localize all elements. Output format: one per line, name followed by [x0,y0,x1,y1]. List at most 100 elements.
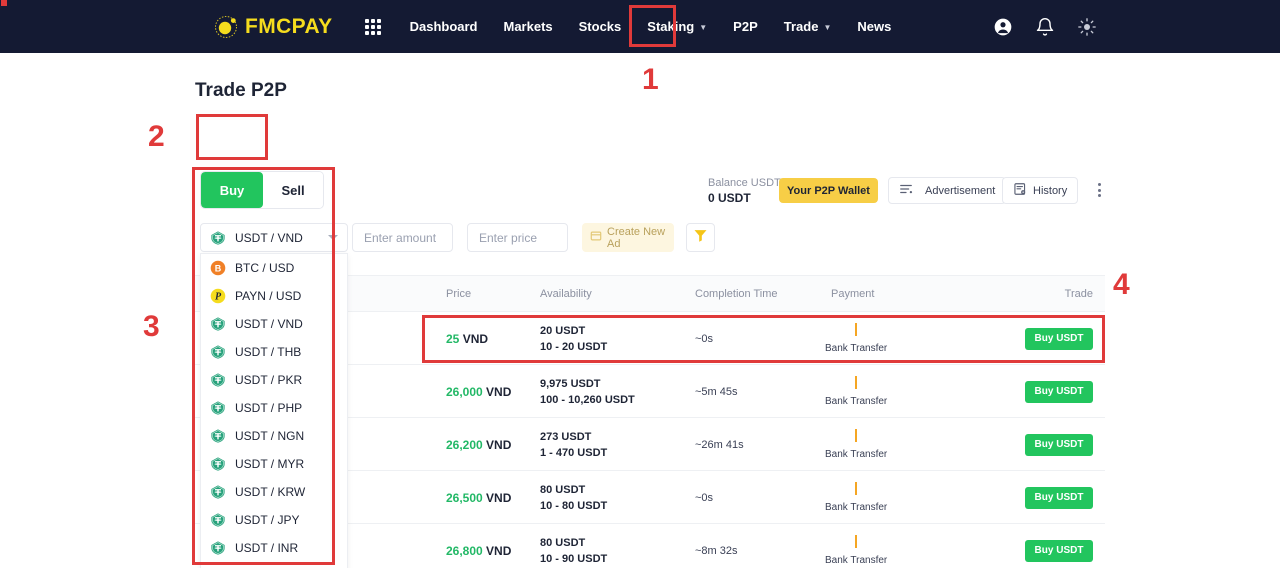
order-limits: 10 - 20 USDT [540,340,608,353]
nav-link-label: Staking [647,19,695,34]
advertisement-lines-icon [899,182,913,199]
cell-trade: Buy USDT [1025,471,1093,524]
usdt-coin-icon [210,428,226,444]
account-icon[interactable] [993,17,1013,37]
nav-link-dashboard[interactable]: Dashboard [397,13,491,40]
pair-option[interactable]: USDT / MYR [201,450,347,478]
theme-sun-icon[interactable] [1077,17,1097,37]
brand-logo[interactable]: FMCPAY [214,15,333,39]
cell-payment: Bank Transfer [825,365,887,418]
pair-option[interactable]: USDT / INR [201,534,347,562]
annotation-number-1: 1 [642,63,659,96]
sell-tab[interactable]: Sell [263,172,323,208]
price-currency: VND [486,490,512,505]
page-title: Trade P2P [195,80,287,101]
buy-usdt-button[interactable]: Buy USDT [1025,327,1093,350]
nav-link-p2p[interactable]: P2P [720,13,771,40]
available-amount: 20 USDT [540,324,586,337]
pair-option-label: USDT / THB [235,345,302,359]
pair-option[interactable]: USDT / JPY [201,506,347,534]
order-limits: 10 - 90 USDT [540,552,608,565]
history-document-icon [1013,182,1027,199]
payment-accent-bar [855,429,858,442]
price-input[interactable]: Enter price [467,223,568,252]
usdt-coin-icon [210,230,226,246]
cell-price: 26,200 VND [446,418,511,471]
nav-link-stocks[interactable]: Stocks [566,13,635,40]
price-value: 26,000 [446,384,483,399]
column-header-price: Price [446,288,472,300]
amount-input[interactable]: Enter amount [352,223,453,252]
your-p2p-wallet-button[interactable]: Your P2P Wallet [779,178,878,203]
order-limits: 100 - 10,260 USDT [540,393,635,406]
pair-option-label: USDT / KRW [235,485,306,499]
nav-link-markets[interactable]: Markets [491,13,566,40]
history-label: History [1033,184,1068,197]
pair-option[interactable]: B BTC / USD [201,254,347,282]
price-value: 26,200 [446,437,483,452]
nav-link-trade[interactable]: Trade ▼ [771,13,845,40]
cell-payment: Bank Transfer [825,418,887,471]
advertisement-text: Advertisement [925,184,996,197]
cell-availability: 80 USDT 10 - 80 USDT [540,471,607,524]
payment-method-label: Bank Transfer [825,555,888,566]
chevron-down-icon [328,235,338,240]
buy-usdt-button[interactable]: Buy USDT [1025,539,1093,562]
pair-dropdown-menu: B BTC / USD P PAYN / USD USDT / VND USDT / TH… [200,253,348,568]
pair-option[interactable]: P PAYN / USD [201,282,347,310]
cell-completion-time: ~5m 45s [695,385,738,398]
nav-link-staking[interactable]: Staking ▼ [634,13,720,40]
cell-completion-time: ~0s [695,332,714,345]
usdt-coin-icon [210,512,226,528]
nav-link-label: P2P [733,19,758,34]
buy-usdt-button[interactable]: Buy USDT [1025,486,1093,509]
advertisement-button[interactable]: Advertisement [888,177,1007,204]
pair-option[interactable]: USDT / PHP [201,394,347,422]
nav-link-label: Dashboard [409,19,478,34]
create-new-ad-button[interactable]: Create New Ad [582,223,674,252]
payment-method-label: Bank Transfer [825,343,888,354]
apps-grid-icon[interactable] [364,18,381,35]
pair-option[interactable]: USDT / KRW [201,478,347,506]
nav-link-label: Markets [503,19,553,34]
cell-completion-time: ~26m 41s [695,438,744,451]
payn-coin-icon: P [210,288,226,304]
cell-price: 26,000 VND [446,365,511,418]
kebab-menu-icon[interactable] [1092,181,1106,199]
atom-logo-icon [214,15,238,39]
nav-link-news[interactable]: News [844,13,904,40]
available-amount: 9,975 USDT [540,377,601,390]
pair-option-label: USDT / INR [235,541,299,555]
page-content: Trade P2P Buy Sell Balance USDT 0 USDT Y… [0,0,1280,568]
price-currency: VND [486,384,512,399]
pair-option[interactable]: USDT / IDR [201,562,347,568]
order-limits: 10 - 80 USDT [540,499,608,512]
nav-links: Dashboard Markets Stocks Staking ▼ P2P T… [397,13,905,40]
pair-option-label: USDT / JPY [235,513,300,527]
nav-link-label: Trade [783,19,819,34]
history-button[interactable]: History [1002,177,1079,204]
buy-tab[interactable]: Buy [201,172,263,208]
pair-option[interactable]: USDT / PKR [201,366,347,394]
pair-option[interactable]: USDT / NGN [201,422,347,450]
pair-option-label: BTC / USD [235,261,295,275]
payment-method-label: Bank Transfer [825,449,888,460]
buy-usdt-button[interactable]: Buy USDT [1025,433,1093,456]
balance-block: Balance USDT 0 USDT [708,176,781,206]
pair-option[interactable]: USDT / THB [201,338,347,366]
filter-button[interactable] [686,223,715,252]
cell-price: 26,500 VND [446,471,511,524]
annotation-number-3: 3 [143,310,160,343]
buy-usdt-button[interactable]: Buy USDT [1025,380,1093,403]
payment-method-label: Bank Transfer [825,396,888,407]
notification-bell-icon[interactable] [1035,17,1055,37]
nav-icon-group [993,0,1097,53]
pair-dropdown-trigger[interactable]: USDT / VND [200,223,348,252]
cell-trade: Buy USDT [1025,524,1093,568]
pair-option-label: USDT / PKR [235,373,303,387]
column-header-availability: Availability [540,288,592,300]
usdt-coin-icon [210,456,226,472]
pair-option[interactable]: USDT / VND [201,310,347,338]
usdt-coin-icon [210,484,226,500]
cell-payment: Bank Transfer [825,524,887,568]
